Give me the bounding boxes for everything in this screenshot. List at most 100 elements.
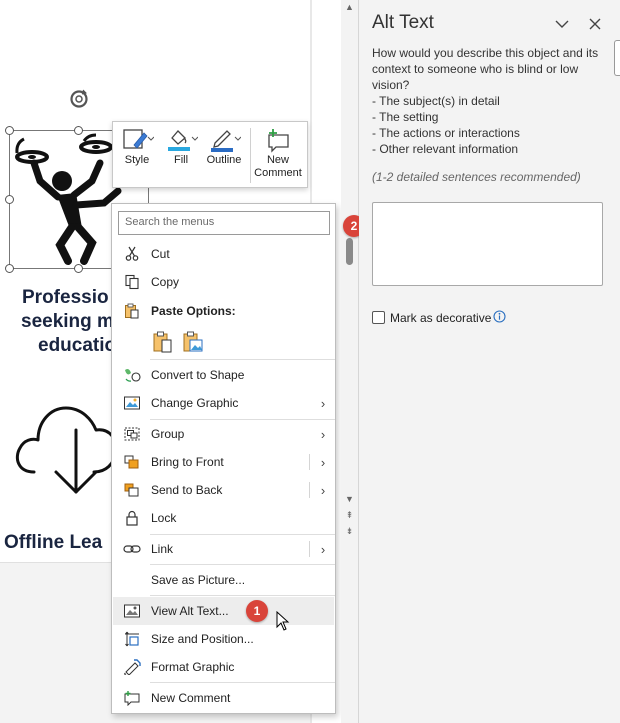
resize-handle[interactable] — [5, 126, 14, 135]
menu-item-send-to-back[interactable]: Send to Back › — [113, 476, 334, 504]
split-divider — [309, 482, 310, 498]
save-as-picture-label: Save as Picture... — [151, 573, 246, 587]
close-icon[interactable] — [586, 15, 604, 33]
resize-handle[interactable] — [74, 126, 83, 135]
cloud-download-icon — [15, 406, 118, 494]
scrollbar-thumb[interactable] — [346, 238, 353, 265]
submenu-arrow-icon[interactable]: › — [312, 542, 334, 557]
info-icon[interactable] — [493, 310, 506, 323]
menu-separator — [150, 359, 335, 360]
resize-handle[interactable] — [5, 264, 14, 273]
fill-label: Fill — [173, 154, 189, 166]
convert-shape-icon — [113, 361, 151, 389]
resize-handle[interactable] — [74, 264, 83, 273]
callout-badge-1: 1 — [246, 600, 268, 622]
context-menu: Search the menus Cut Copy Paste Options:… — [111, 203, 336, 714]
view-alt-text-label: View Alt Text... — [151, 604, 229, 618]
bullet-item: - Other relevant information — [372, 142, 519, 156]
submenu-arrow-icon: › — [320, 395, 326, 411]
outline-label: Outline — [206, 154, 242, 166]
scroll-down-arrow-icon[interactable]: ▼ — [344, 494, 355, 505]
menu-item-format-graphic[interactable]: Format Graphic — [113, 653, 334, 681]
menu-separator — [150, 564, 335, 565]
paste-icon — [113, 297, 151, 325]
submenu-arrow-icon: › — [320, 426, 326, 442]
menu-separator — [150, 595, 335, 596]
menu-item-new-comment[interactable]: New Comment — [113, 684, 334, 712]
rotate-handle-icon[interactable] — [67, 87, 91, 111]
menu-item-link[interactable]: Link › — [113, 535, 334, 563]
group-label: Group — [151, 427, 185, 441]
menu-item-size-and-position[interactable]: Size and Position... — [113, 625, 334, 653]
copy-icon — [113, 268, 151, 296]
bring-to-front-icon — [113, 448, 151, 476]
description-text: How would you describe this object and i… — [372, 46, 599, 92]
link-label: Link — [151, 542, 174, 556]
next-page-icon[interactable]: ⇟ — [344, 526, 355, 537]
bring-to-front-label: Bring to Front — [151, 455, 224, 469]
new-comment-icon — [113, 684, 151, 712]
mouse-cursor-icon — [276, 611, 290, 631]
mark-decorative-checkbox[interactable] — [372, 311, 385, 324]
pane-scroll-indicator[interactable] — [614, 40, 620, 76]
paste-options-label: Paste Options: — [151, 304, 236, 318]
fill-button[interactable]: Fill — [161, 126, 201, 184]
blank-icon — [113, 566, 151, 594]
menu-item-paste-options: Paste Options: — [113, 297, 334, 325]
scissors-icon — [113, 240, 151, 268]
shape-style-icon — [117, 126, 157, 154]
previous-page-icon[interactable]: ⇞ — [344, 510, 355, 521]
alt-text-pane: Alt Text How would you describe this obj… — [359, 0, 620, 723]
menu-item-bring-to-front[interactable]: Bring to Front › — [113, 448, 334, 476]
paste-as-picture-icon[interactable] — [181, 330, 205, 354]
alt-text-textarea[interactable] — [372, 202, 603, 286]
menu-item-copy[interactable]: Copy — [113, 268, 334, 296]
convert-to-shape-label: Convert to Shape — [151, 368, 245, 382]
link-icon — [113, 535, 151, 563]
resize-handle[interactable] — [5, 195, 14, 204]
pane-title: Alt Text — [372, 12, 434, 33]
change-graphic-icon — [113, 389, 151, 417]
change-graphic-label: Change Graphic — [151, 396, 239, 410]
group-icon — [113, 420, 151, 448]
send-to-back-label: Send to Back — [151, 483, 223, 497]
new-comment-label: New Comment — [151, 691, 231, 705]
pen-outline-icon — [201, 126, 247, 154]
bullet-item: - The actions or interactions — [372, 126, 520, 140]
sentence-hint: (1-2 detailed sentences recommended) — [372, 170, 581, 184]
new-comment-toolbar-button[interactable]: New Comment — [251, 126, 305, 184]
new-comment-icon — [251, 126, 305, 154]
format-graphic-icon — [113, 653, 151, 681]
menu-item-convert-to-shape[interactable]: Convert to Shape — [113, 361, 334, 389]
scroll-up-arrow-icon[interactable]: ▲ — [344, 2, 355, 13]
alt-text-icon — [113, 597, 151, 625]
cut-label: Cut — [151, 247, 170, 261]
send-to-back-icon — [113, 476, 151, 504]
style-button[interactable]: Style — [117, 126, 157, 184]
menu-separator — [150, 682, 335, 683]
menu-item-group[interactable]: Group › — [113, 420, 334, 448]
menu-item-save-as-picture[interactable]: Save as Picture... — [113, 566, 334, 594]
paste-keep-source-icon[interactable] — [151, 330, 175, 354]
copy-label: Copy — [151, 275, 180, 289]
submenu-arrow-icon[interactable]: › — [312, 483, 334, 498]
bullet-item: - The setting — [372, 110, 439, 124]
size-and-position-label: Size and Position... — [151, 632, 254, 646]
menu-item-view-alt-text[interactable]: View Alt Text... — [113, 597, 334, 625]
split-divider — [309, 454, 310, 470]
document-vertical-scrollbar[interactable]: ▲ ▼ ⇞ ⇟ — [341, 0, 358, 723]
menu-item-change-graphic[interactable]: Change Graphic › — [113, 389, 334, 417]
doc-heading-line-3: educatio — [38, 335, 117, 356]
size-position-icon — [113, 625, 151, 653]
menu-item-lock[interactable]: Lock — [113, 504, 334, 532]
doc-offline-label: Offline Lea — [4, 532, 103, 553]
paint-bucket-icon — [161, 126, 201, 154]
chevron-down-icon[interactable] — [553, 15, 571, 33]
pane-description: How would you describe this object and i… — [372, 45, 608, 157]
outline-button[interactable]: Outline — [201, 126, 247, 184]
mark-decorative-label[interactable]: Mark as decorative — [390, 311, 491, 325]
menu-search-input[interactable]: Search the menus — [118, 211, 330, 235]
menu-item-cut[interactable]: Cut — [113, 240, 334, 268]
new-comment-label-line2: Comment — [254, 167, 302, 179]
submenu-arrow-icon[interactable]: › — [312, 455, 334, 470]
